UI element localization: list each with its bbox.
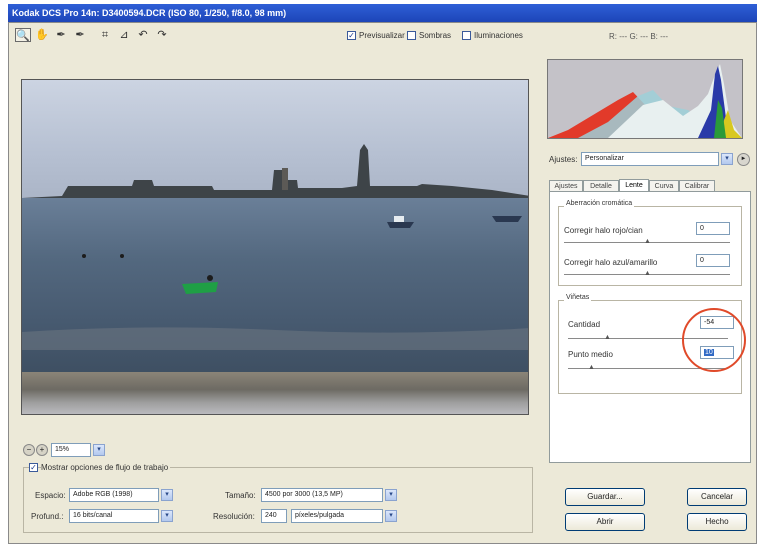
vignette-amount-label: Cantidad: [568, 320, 601, 329]
settings-label: Ajustes:: [549, 155, 578, 164]
histogram-graph: [548, 64, 742, 138]
vignetting-title: Viñetas: [564, 294, 592, 301]
depth-dropdown-icon[interactable]: ▾: [161, 510, 173, 522]
resolution-label: Resolución:: [213, 512, 255, 521]
lens-tab-panel: Aberración cromática Corregir halo rojo/…: [549, 191, 751, 463]
preview-beach: [22, 372, 528, 414]
zoom-in-button[interactable]: +: [36, 444, 48, 456]
rgb-readout: R: --- G: --- B: ---: [609, 32, 669, 41]
zoom-select[interactable]: 15%: [51, 443, 91, 457]
zoom-dropdown-icon[interactable]: ▾: [93, 444, 105, 456]
hand-icon[interactable]: ✋: [34, 28, 50, 42]
size-label: Tamaño:: [225, 491, 256, 500]
blue-yellow-label: Corregir halo azul/amarillo: [564, 258, 658, 267]
space-select[interactable]: Adobe RGB (1998): [69, 488, 159, 502]
highlights-label: Iluminaciones: [474, 31, 523, 40]
red-cyan-slider-knob[interactable]: ▲: [644, 238, 651, 245]
workflow-options-checkbox[interactable]: ✓: [29, 463, 38, 472]
vignette-midpoint-label: Punto medio: [568, 350, 613, 359]
save-button[interactable]: Guardar...: [565, 488, 645, 506]
tab-bar: Ajustes Detalle Lente Curva Calibrar: [549, 178, 749, 192]
space-dropdown-icon[interactable]: ▾: [161, 489, 173, 501]
resolution-unit-select[interactable]: píxeles/pulgada: [291, 509, 383, 523]
preview-checkbox[interactable]: ✓: [347, 31, 356, 40]
blue-yellow-input[interactable]: 0: [696, 254, 730, 267]
vignette-amount-slider-knob[interactable]: ▲: [604, 334, 611, 341]
shadows-checkbox[interactable]: [407, 31, 416, 40]
highlight-circle: [682, 308, 746, 372]
window-title-bar: Kodak DCS Pro 14n: D3400594.DCR (ISO 80,…: [8, 4, 757, 22]
size-select[interactable]: 4500 por 3000 (13,5 MP): [261, 488, 383, 502]
eyedropper-icon[interactable]: ✒: [53, 28, 69, 42]
red-cyan-input[interactable]: 0: [696, 222, 730, 235]
cancel-button[interactable]: Cancelar: [687, 488, 747, 506]
window-title: Kodak DCS Pro 14n: D3400594.DCR (ISO 80,…: [12, 8, 287, 18]
depth-select[interactable]: 16 bits/canal: [69, 509, 159, 523]
crop-icon[interactable]: ⌗: [97, 28, 113, 42]
settings-select[interactable]: Personalizar: [581, 152, 719, 166]
vignette-midpoint-slider-knob[interactable]: ▲: [588, 364, 595, 371]
shadows-label: Sombras: [419, 31, 452, 40]
histogram: [547, 59, 743, 139]
workflow-options-label: Mostrar opciones de flujo de trabajo: [41, 463, 171, 472]
blue-yellow-slider-knob[interactable]: ▲: [644, 270, 651, 277]
space-label: Espacio:: [35, 491, 66, 500]
chromatic-aberration-title: Aberración cromática: [564, 200, 635, 207]
rotate-right-icon[interactable]: ↷: [154, 28, 170, 42]
color-sampler-icon[interactable]: ✒: [72, 28, 88, 42]
tool-bar: 🔍 ✋ ✒ ✒ ⌗ ⊿ ↶ ↷: [15, 28, 170, 42]
zoom-icon[interactable]: 🔍: [15, 28, 31, 42]
depth-label: Profund.:: [31, 512, 64, 521]
size-dropdown-icon[interactable]: ▾: [385, 489, 397, 501]
camera-raw-dialog: 🔍 ✋ ✒ ✒ ⌗ ⊿ ↶ ↷ ✓ Previsualizar Sombras Ilumina…: [8, 22, 757, 544]
settings-menu-icon[interactable]: ►: [737, 153, 750, 166]
red-cyan-label: Corregir halo rojo/cian: [564, 226, 643, 235]
resolution-input[interactable]: 240: [261, 509, 287, 523]
done-button[interactable]: Hecho: [687, 513, 747, 531]
settings-dropdown-icon[interactable]: ▾: [721, 153, 733, 165]
preview-label: Previsualizar: [359, 31, 405, 40]
straighten-icon[interactable]: ⊿: [116, 28, 132, 42]
preview-boats: [22, 216, 528, 350]
zoom-out-button[interactable]: −: [23, 444, 35, 456]
resolution-unit-dropdown-icon[interactable]: ▾: [385, 510, 397, 522]
open-button[interactable]: Abrir: [565, 513, 645, 531]
image-preview[interactable]: [21, 79, 529, 415]
rotate-left-icon[interactable]: ↶: [135, 28, 151, 42]
highlights-checkbox[interactable]: [462, 31, 471, 40]
